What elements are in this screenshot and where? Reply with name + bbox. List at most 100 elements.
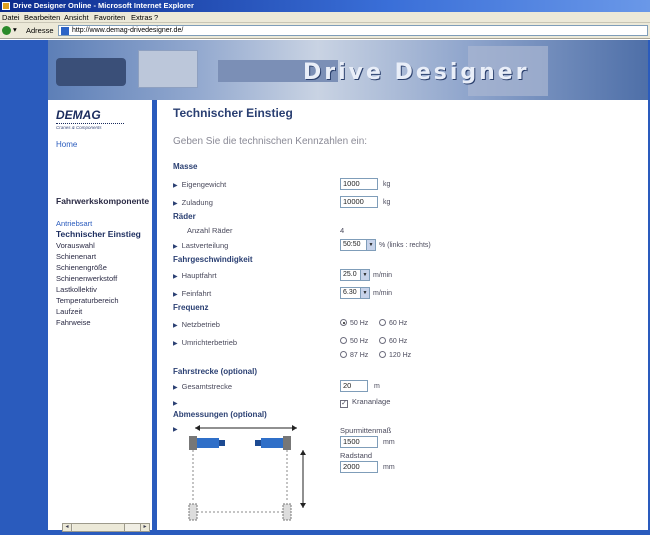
eigengewicht-label-text: Eigengewicht [181,180,227,189]
sidebar-item-technischer-einstieg[interactable]: Technischer Einstieg [56,229,141,240]
arrow-right-icon: ▶ [173,183,178,189]
menu-item-ansicht[interactable]: Ansicht [64,13,89,22]
hauptfahrt-value: 25.0 [343,271,357,278]
group-title-masse: Masse [173,162,198,171]
abmessungen-row-marker: ▶ [173,424,182,433]
hauptfahrt-select[interactable]: 25.0 ▼ [340,269,370,281]
logo-tagline: Cranes & Components [56,125,102,130]
ie-window-icon [2,2,10,10]
demag-logo: DEMAG Cranes & Components [56,108,124,130]
menu-item-extras[interactable]: Extras [131,13,152,22]
frame-outline [192,450,288,513]
umrichter-option-60: 60 Hz [389,338,408,345]
wheel-top-left [189,436,225,450]
group-title-frequenz: Frequenz [173,303,209,312]
arrow-right-icon: ▶ [173,427,178,433]
spurmitte-label: Spurmittenmaß [340,426,392,435]
radio-icon[interactable] [379,337,386,344]
arrow-right-icon: ▶ [173,385,178,391]
menu-item-favoriten[interactable]: Favoriten [94,13,125,22]
group-title-fahrstrecke: Fahrstrecke (optional) [173,367,258,376]
spurmitte-unit: mm [383,439,395,446]
wheel-top-right [255,436,291,450]
umrichter-radio-120[interactable]: 120 Hz [379,351,411,359]
menu-bar: Datei Bearbeiten Ansicht Favoriten Extra… [0,12,650,23]
sidebar-item-laufzeit[interactable]: Laufzeit [56,306,141,317]
checkmark-icon[interactable]: ✓ [340,400,348,408]
scroll-right-icon[interactable]: ▸ [140,524,149,531]
radio-icon[interactable] [379,319,386,326]
zuladung-input[interactable]: 10000 [340,196,378,208]
umrichterbetrieb-label: ▶ Umrichterbetrieb [173,338,237,347]
scroll-left-icon[interactable]: ◂ [63,524,72,531]
anzahl-raeder-label: Anzahl Räder [187,226,233,235]
gesamtstrecke-label-text: Gesamtstrecke [181,382,233,391]
chevron-down-icon[interactable]: ▾ [13,25,17,34]
home-link[interactable]: Home [56,140,77,149]
group-title-raeder: Räder [173,212,196,221]
anzahl-raeder-value: 4 [340,226,345,235]
umrichter-radio-50[interactable]: 50 Hz [340,337,368,345]
netzbetrieb-radio-60[interactable]: 60 Hz [379,319,407,327]
sidebar-item-schienenart[interactable]: Schienenart [56,251,141,262]
feinfahrt-select[interactable]: 6.30 ▼ [340,287,370,299]
dimension-arrow-horizontal [195,425,297,431]
lastverteilung-unit: % (links : rechts) [379,242,431,249]
sidebar: DEMAG Cranes & Components Home Fahrwerks… [48,100,152,530]
radstand-input[interactable]: 2000 [340,461,378,473]
arrow-right-icon: ▶ [173,201,178,207]
arrow-right-icon: ▶ [173,244,178,250]
intro-text: Geben Sie die technischen Kennzahlen ein… [173,136,368,147]
radio-icon[interactable] [340,337,347,344]
address-url: http://www.demag-drivedesigner.de/ [72,27,184,34]
radstand-label: Radstand [340,451,373,460]
radio-icon[interactable] [340,351,347,358]
dimension-arrow-vertical [300,450,306,508]
arrow-right-icon: ▶ [173,323,178,329]
sidebar-item-lastkollektiv[interactable]: Lastkollektiv [56,284,141,295]
radio-selected-icon[interactable] [340,319,347,326]
hauptfahrt-label-text: Hauptfahrt [181,271,217,280]
address-input[interactable]: http://www.demag-drivedesigner.de/ [58,25,648,36]
umrichter-radio-87[interactable]: 87 Hz [340,351,368,359]
eigengewicht-input[interactable]: 1000 [340,178,378,190]
lastverteilung-label: ▶ Lastverteilung [173,241,228,250]
umrichter-option-50: 50 Hz [350,338,369,345]
netzbetrieb-label: ▶ Netzbetrieb [173,320,220,329]
zuladung-unit: kg [383,199,391,206]
page-title: Technischer Einstieg [173,106,293,120]
sidebar-item-fahrweise[interactable]: Fahrweise [56,317,141,328]
spurmitte-input[interactable]: 1500 [340,436,378,448]
back-icon[interactable] [2,26,11,35]
gesamtstrecke-label: ▶ Gesamtstrecke [173,382,232,391]
zuladung-label-text: Zuladung [181,198,213,207]
arrow-right-icon: ▶ [173,341,178,347]
address-bar: ▾ Adresse http://www.demag-drivedesigner… [0,23,650,39]
chevron-down-icon[interactable]: ▼ [360,270,369,280]
chevron-down-icon[interactable]: ▼ [366,240,375,250]
netzbetrieb-label-text: Netzbetrieb [181,320,220,329]
chevron-down-icon[interactable]: ▼ [360,288,369,298]
menu-item-bearbeiten[interactable]: Bearbeiten [24,13,60,22]
sidebar-item-schienenwerkstoff[interactable]: Schienenwerkstoff [56,273,141,284]
radio-icon[interactable] [379,351,386,358]
sidebar-item-antriebsart[interactable]: Antriebsart [56,218,141,229]
sidebar-item-schienengroesse[interactable]: Schienengröße [56,262,141,273]
krananlage-checkbox[interactable]: ✓ Krananlage [340,397,390,408]
page-icon [61,27,69,35]
sidebar-item-temperaturbereich[interactable]: Temperaturbereich [56,295,141,306]
menu-item-help[interactable]: ? [154,13,158,22]
sidebar-item-vorauswahl[interactable]: Vorauswahl [56,240,141,251]
netzbetrieb-radio-50[interactable]: 50 Hz [340,319,368,327]
umrichter-radio-60[interactable]: 60 Hz [379,337,407,345]
gesamtstrecke-input[interactable]: 20 [340,380,368,392]
feinfahrt-value: 6.30 [343,289,357,296]
menu-item-datei[interactable]: Datei [2,13,20,22]
lastverteilung-select[interactable]: 50:50 ▼ [340,239,376,251]
crane-wheel-diagram [188,425,306,521]
wheel-bottom-right [282,503,292,521]
scroll-thumb[interactable] [73,524,125,531]
arrow-right-icon: ▶ [173,401,178,407]
horizontal-scrollbar[interactable]: ◂ ▸ [62,523,150,532]
netzbetrieb-option-60: 60 Hz [389,320,408,327]
